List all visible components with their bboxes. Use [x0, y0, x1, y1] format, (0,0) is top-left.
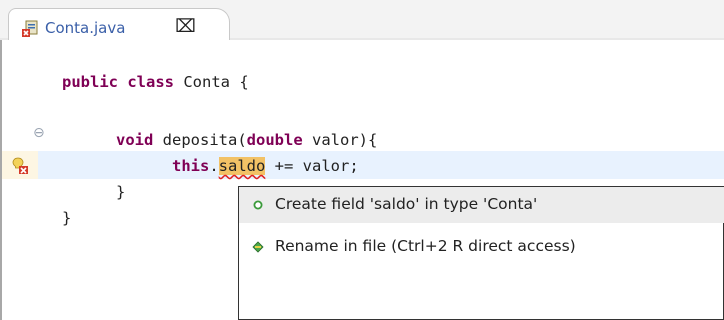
- code-text: deposita(: [153, 131, 247, 149]
- keyword: public: [62, 73, 118, 91]
- quickfix-error-icon[interactable]: [12, 157, 30, 175]
- code-line-5: }: [116, 182, 125, 202]
- code-text: += valor;: [265, 157, 359, 175]
- closing-brace: }: [116, 183, 126, 201]
- code-line-1: public class Conta {: [62, 72, 249, 92]
- quickfix-create-field[interactable]: Create field 'saldo' in type 'Conta': [239, 187, 724, 223]
- rename-icon: [251, 239, 265, 253]
- field-icon: [251, 197, 265, 211]
- close-icon[interactable]: ⌧: [175, 17, 196, 37]
- keyword: double: [246, 131, 303, 149]
- quickfix-label: Create field 'saldo' in type 'Conta': [275, 195, 538, 213]
- keyword: this: [172, 157, 210, 175]
- code-line-3: void deposita(double valor){: [116, 130, 377, 150]
- undefined-field-saldo[interactable]: saldo: [218, 157, 266, 175]
- tab-label: Conta.java: [45, 19, 126, 37]
- quick-fix-popup: Create field 'saldo' in type 'Conta' Ren…: [238, 186, 724, 320]
- quickfix-rename-in-file[interactable]: Rename in file (Ctrl+2 R direct access): [239, 229, 724, 265]
- current-line-highlight: [38, 151, 724, 179]
- code-line-4: this.saldo += valor;: [172, 156, 359, 176]
- keyword: void: [116, 131, 154, 149]
- keyword: class: [127, 73, 175, 91]
- editor-gutter: [2, 40, 38, 320]
- code-text: valor){: [302, 131, 378, 149]
- code-text: Conta {: [174, 73, 249, 91]
- code-text: .: [209, 157, 219, 175]
- tab-conta-java[interactable]: Conta.java ⌧: [8, 8, 230, 40]
- code-line-6: }: [62, 208, 71, 228]
- fold-collapse-icon[interactable]: ⊖: [33, 125, 45, 141]
- java-file-error-icon: [21, 20, 39, 38]
- closing-brace: }: [62, 209, 72, 227]
- quickfix-label: Rename in file (Ctrl+2 R direct access): [275, 237, 576, 255]
